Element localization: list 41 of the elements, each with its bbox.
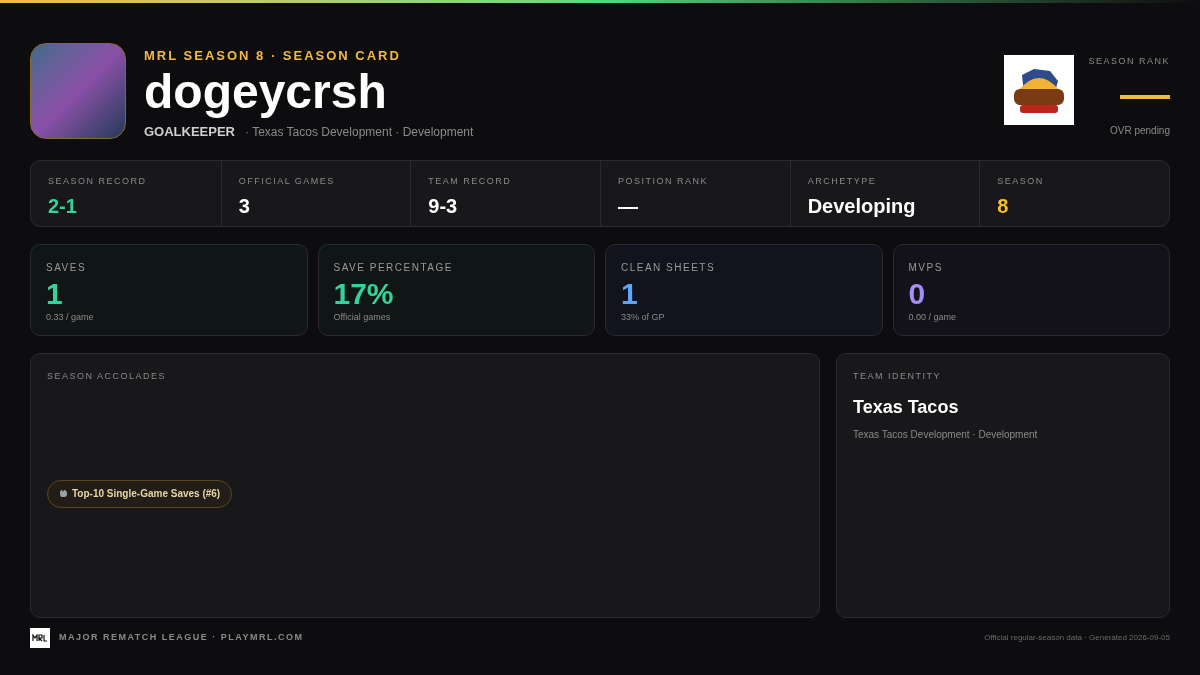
metric-label: SAVES [46,261,87,275]
stat-label: OFFICIAL GAMES [238,175,335,188]
league-logo [30,628,50,648]
stat-label: TEAM RECORD [428,175,512,188]
metric-note: Official games [333,311,391,324]
panel-title: SEASON ACCOLADES [47,370,168,383]
panel-title: TEAM IDENTITY [853,370,942,383]
glove-icon [59,489,68,498]
player-position: GOALKEEPER [144,122,235,141]
stat-value: 3 [238,193,250,219]
metric-note: 0.33 / game [46,311,94,324]
metric-value: 17% [333,277,394,311]
player-name: dogeycrsh [144,65,388,118]
stat-value: 2-1 [48,193,77,219]
stat-label: SEASON RECORD [48,175,147,188]
rank-placeholder-bar [1120,94,1170,99]
stat-label: SEASON [997,175,1044,188]
accolade-badge: Top-10 Single-Game Saves (#6) [47,479,233,508]
team-subtitle: Texas Tacos Development · Development [853,427,1039,442]
team-line: · Texas Tacos Development · Development [245,123,474,141]
stat-label: POSITION RANK [618,175,708,188]
data-note: Official regular-season data · Generated 2026-09-05 [984,632,1170,644]
stat-value: 8 [997,193,1009,219]
metric-note: 33% of GP [621,311,665,324]
metric-label: SAVE PERCENTAGE [333,261,453,275]
taco-team-logo [1004,55,1074,125]
metric-value: 1 [46,277,63,311]
metric-label: MVPS [908,261,943,275]
stat-value: 9-3 [428,193,458,219]
season-rank-label: SEASON RANK [1088,55,1170,68]
metric-value: 1 [621,277,638,311]
stat-value: Developing [807,193,916,219]
metric-value: 0 [908,277,926,311]
metric-label: CLEAN SHEETS [621,261,716,275]
league-name: MAJOR REMATCH LEAGUE · PLAYMRL.COM [59,631,304,645]
ovr-pending-note: OVR pending [1109,123,1170,138]
stat-label: ARCHETYPE [807,175,877,188]
card-eyebrow: MRL SEASON 8 · SEASON CARD [144,47,402,65]
metric-note: 0.00 / game [908,311,957,324]
team-name: Texas Tacos [853,395,960,419]
stat-value: — [618,193,638,219]
